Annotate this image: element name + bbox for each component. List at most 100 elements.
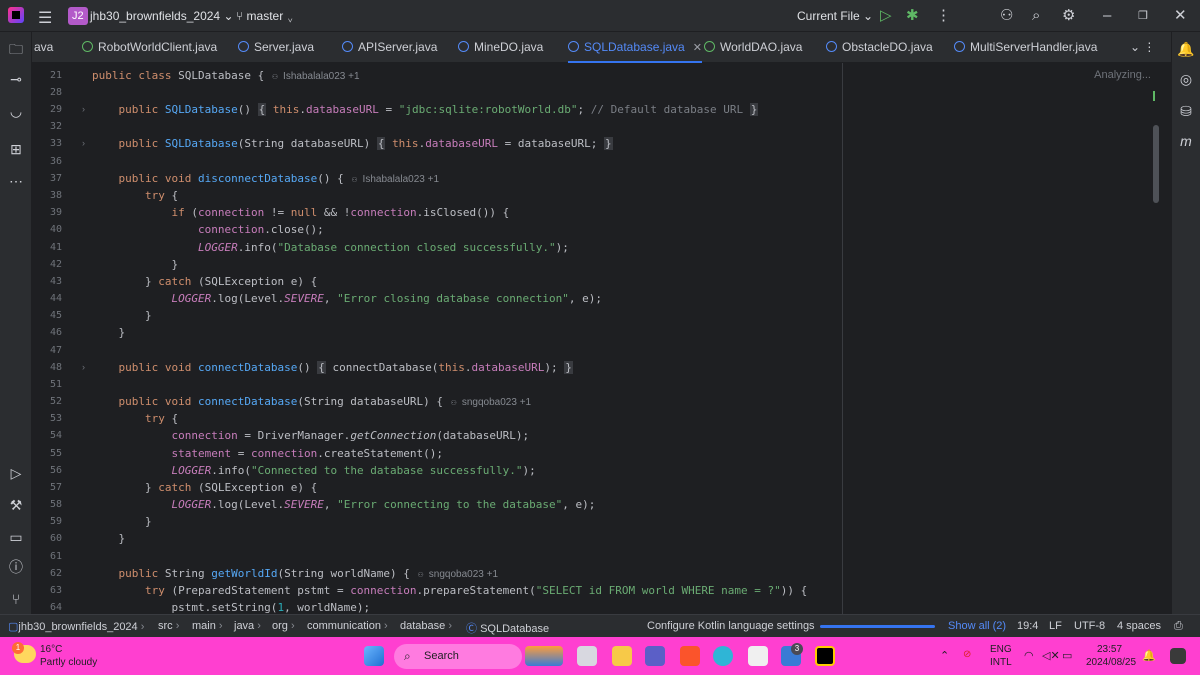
fold-expand-icon[interactable]: › xyxy=(82,138,85,148)
intellij-logo-icon[interactable] xyxy=(8,7,24,23)
code-line[interactable]: public String getWorldId(String worldNam… xyxy=(92,567,499,580)
notifications-bell-icon[interactable]: 🔔 xyxy=(1177,40,1195,58)
code-line[interactable]: LOGGER.log(Level.SEVERE, "Error closing … xyxy=(92,292,602,305)
code-line[interactable]: } catch (SQLException e) { xyxy=(92,481,317,494)
fold-expand-icon[interactable]: › xyxy=(82,104,85,114)
code-line[interactable]: statement = connection.createStatement()… xyxy=(92,447,443,460)
fold-expand-icon[interactable]: › xyxy=(82,362,85,372)
taskbar-search[interactable]: ⌕ Search xyxy=(394,644,522,669)
intellij-taskbar-icon[interactable] xyxy=(815,646,835,666)
code-line[interactable]: try (PreparedStatement pstmt = connectio… xyxy=(92,584,807,597)
code-line[interactable]: if (connection != null && !connection.is… xyxy=(92,206,509,219)
breadcrumb-item[interactable]: Ⓒ SQLDatabase xyxy=(466,620,549,636)
code-line[interactable]: try { xyxy=(92,412,178,425)
breadcrumb-item[interactable]: java › xyxy=(234,620,261,632)
wifi-icon[interactable]: ◠ xyxy=(1024,649,1034,662)
language-layout[interactable]: INTL xyxy=(990,657,1012,668)
tab-obstacledo[interactable]: ObstacleDO.java xyxy=(826,32,933,63)
tab-overflow-icon[interactable]: ⌄ ⋮ xyxy=(1130,32,1155,63)
weather-desc[interactable]: Partly cloudy xyxy=(40,657,97,668)
settings-gear-icon[interactable]: ⚙ xyxy=(1062,6,1075,26)
show-all-link[interactable]: Show all (2) xyxy=(948,620,1006,632)
problems-icon[interactable]: ⓘ xyxy=(7,558,25,576)
file-explorer-icon[interactable] xyxy=(612,646,632,666)
search-icon[interactable]: ⌕ xyxy=(1032,6,1040,26)
pull-requests-icon[interactable]: ◡ xyxy=(7,102,25,120)
tab-close-icon[interactable]: ✕ xyxy=(693,42,702,54)
tab-robotworldclient[interactable]: RobotWorldClient.java xyxy=(82,32,217,63)
ai-assistant-icon[interactable]: ◎ xyxy=(1177,70,1195,88)
project-selector[interactable]: jhb30_brownfields_2024 ⌄ xyxy=(90,9,234,23)
breadcrumb-item[interactable]: org › xyxy=(272,620,295,632)
read-only-lock-icon[interactable]: ⎙ xyxy=(1174,620,1183,633)
build-hammer-icon[interactable]: ⚒ xyxy=(7,496,25,514)
run-config-selector[interactable]: Current File ⌄ xyxy=(797,9,873,23)
search-highlight-icon[interactable] xyxy=(525,646,563,666)
file-encoding[interactable]: UTF-8 xyxy=(1074,620,1105,632)
code-editor[interactable]: Analyzing... 21 28 29 › 32 33 › 36 37 38 39 40 41 42 4… xyxy=(32,63,1159,614)
code-line[interactable]: pstmt.setString(1, worldName); xyxy=(92,601,370,614)
breadcrumb-item[interactable]: database › xyxy=(400,620,452,632)
brave-browser-icon[interactable] xyxy=(680,646,700,666)
clock-time[interactable]: 23:57 xyxy=(1097,644,1122,655)
kotlin-config-notice[interactable]: Configure Kotlin language settings xyxy=(647,620,815,632)
code-line[interactable]: try { xyxy=(92,189,178,202)
code-line[interactable]: } catch (SQLException e) { xyxy=(92,275,317,288)
code-line[interactable]: public class SQLDatabase {⚇ Ishabalala02… xyxy=(92,69,360,82)
minimize-icon[interactable]: – xyxy=(1103,6,1111,26)
more-tools-icon[interactable]: ⋯ xyxy=(7,172,25,190)
run-tool-icon[interactable]: ▷ xyxy=(7,464,25,482)
commit-icon[interactable]: ⊸ xyxy=(7,70,25,88)
terminal-icon[interactable]: ▭ xyxy=(7,528,25,546)
editor-scrollbar[interactable] xyxy=(1153,125,1159,203)
project-badge[interactable]: J2 xyxy=(68,7,88,25)
weather-temp[interactable]: 16°C xyxy=(40,644,62,655)
breadcrumb-item[interactable]: ▢jhb30_brownfields_2024 › xyxy=(8,620,144,633)
code-line[interactable]: } xyxy=(92,326,125,339)
indent-setting[interactable]: 4 spaces xyxy=(1117,620,1161,632)
branch-selector[interactable]: ⑂ master ⌄ xyxy=(236,9,294,23)
task-view-icon[interactable] xyxy=(577,646,597,666)
code-line[interactable]: connection.close(); xyxy=(92,223,324,236)
code-line[interactable]: } xyxy=(92,515,152,528)
code-line[interactable]: public void disconnectDatabase() {⚇ Isha… xyxy=(92,172,440,185)
database-icon[interactable]: ⛁ xyxy=(1177,102,1195,120)
run-icon[interactable]: ▷ xyxy=(880,6,892,26)
tab-server[interactable]: Server.java xyxy=(238,32,314,63)
add-user-icon[interactable]: ⚇ xyxy=(1000,6,1013,26)
start-icon[interactable] xyxy=(364,646,384,666)
debug-icon[interactable]: ✱ xyxy=(906,6,919,26)
volume-muted-icon[interactable]: ◁✕ xyxy=(1042,649,1060,662)
code-line[interactable]: } xyxy=(92,258,178,271)
caret-position[interactable]: 19:4 xyxy=(1017,620,1038,632)
language-indicator[interactable]: ENG xyxy=(990,644,1012,655)
teams-icon[interactable] xyxy=(645,646,665,666)
breadcrumb-item[interactable]: communication › xyxy=(307,620,388,632)
code-line[interactable]: public SQLDatabase(String databaseURL) {… xyxy=(92,137,613,150)
network-alert-icon[interactable]: ⊘ xyxy=(963,649,971,660)
notification-icon[interactable]: 🔔 xyxy=(1142,649,1156,662)
more-actions-icon[interactable]: ⋮ xyxy=(936,6,951,26)
store-icon[interactable] xyxy=(748,646,768,666)
tab-multiserverhandler[interactable]: MultiServerHandler.java xyxy=(954,32,1097,63)
tab-worlddao[interactable]: WorldDAO.java xyxy=(704,32,802,63)
code-line[interactable]: LOGGER.info("Database connection closed … xyxy=(92,241,569,254)
tab-sqldatabase[interactable]: SQLDatabase.java ✕ xyxy=(568,32,702,63)
code-line[interactable]: public SQLDatabase() { this.databaseURL … xyxy=(92,103,759,116)
breadcrumb-item[interactable]: src › xyxy=(158,620,179,632)
code-line[interactable]: public void connectDatabase() { connectD… xyxy=(92,361,573,374)
breadcrumb-item[interactable]: main › xyxy=(192,620,223,632)
show-hidden-icons-icon[interactable]: ⌃ xyxy=(940,649,949,662)
project-folder-icon[interactable]: 🗀 xyxy=(7,40,25,58)
git-icon[interactable]: ⑂ xyxy=(7,590,25,608)
structure-icon[interactable]: ⊞ xyxy=(7,140,25,158)
tab-ava[interactable]: ava xyxy=(34,32,53,63)
code-line[interactable]: LOGGER.info("Connected to the database s… xyxy=(92,464,535,477)
maven-icon[interactable]: m xyxy=(1177,132,1195,150)
code-line[interactable]: } xyxy=(92,532,125,545)
line-separator[interactable]: LF xyxy=(1049,620,1062,632)
tab-minedo[interactable]: MineDO.java xyxy=(458,32,543,63)
battery-icon[interactable]: ▭ xyxy=(1062,649,1072,662)
edge-browser-icon[interactable] xyxy=(713,646,733,666)
code-line[interactable]: LOGGER.log(Level.SEVERE, "Error connecti… xyxy=(92,498,595,511)
